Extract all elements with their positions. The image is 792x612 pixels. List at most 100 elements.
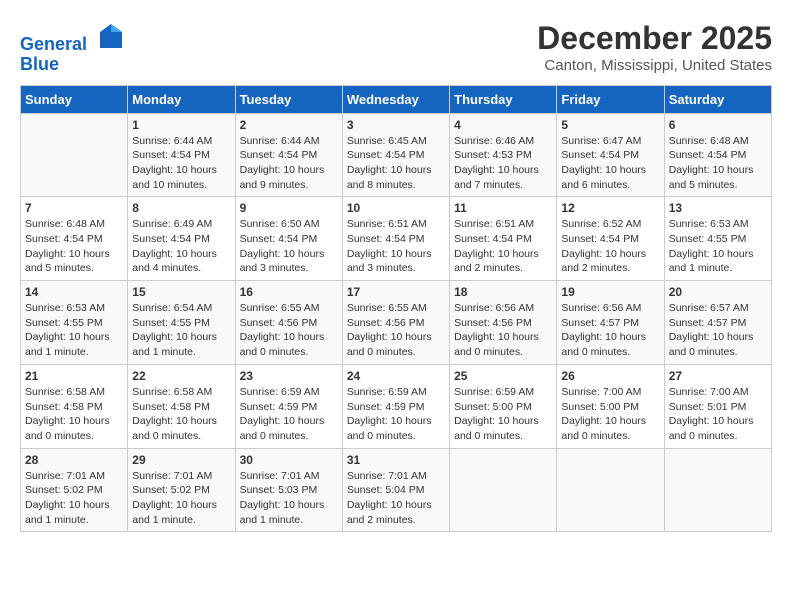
weekday-header: Thursday [450,85,557,113]
calendar-cell: 28Sunrise: 7:01 AM Sunset: 5:02 PM Dayli… [21,448,128,532]
day-number: 31 [347,453,445,467]
calendar-cell: 20Sunrise: 6:57 AM Sunset: 4:57 PM Dayli… [664,281,771,365]
day-number: 22 [132,369,230,383]
calendar-cell: 27 Sunrise: 7:00 AM Sunset: 5:01 PM Dayli… [664,364,771,448]
day-number: 11 [454,201,552,215]
day-info: Sunrise: 6:45 AM Sunset: 4:54 PM Dayligh… [347,134,445,193]
calendar-cell: 14 Sunrise: 6:53 AM Sunset: 4:55 PM Dayli… [21,281,128,365]
day-number: 7 [25,201,123,215]
day-info: Sunrise: 6:53 AM Sunset: 4:55 PM Dayligh… [25,301,123,360]
day-info: Sunrise: 6:51 AM Sunset: 4:54 PM Dayligh… [347,217,445,276]
day-number: 25 [454,369,552,383]
day-info: Sunrise: 6:49 AM Sunset: 4:54 PM Dayligh… [132,217,230,276]
day-number: 3 [347,118,445,132]
day-info: Sunrise: 6:55 AM Sunset: 4:56 PM Dayligh… [240,301,338,360]
day-info: Sunrise: 6:44 AM Sunset: 4:54 PM Dayligh… [240,134,338,193]
weekday-header: Monday [128,85,235,113]
day-number: 5 [561,118,659,132]
day-info: Sunrise: 7:00 AM Sunset: 5:00 PM Dayligh… [561,385,659,444]
day-info: Sunrise: 6:59 AM Sunset: 4:59 PM Dayligh… [240,385,338,444]
weekday-header: Sunday [21,85,128,113]
day-info: Sunrise: 7:01 AM Sunset: 5:03 PM Dayligh… [240,469,338,528]
day-info: Sunrise: 6:55 AM Sunset: 4:56 PM Dayligh… [347,301,445,360]
title-block: December 2025 Canton, Mississippi, Unite… [537,20,772,74]
day-info: Sunrise: 6:53 AM Sunset: 4:55 PM Dayligh… [669,217,767,276]
day-number: 6 [669,118,767,132]
calendar-cell: 21 Sunrise: 6:58 AM Sunset: 4:58 PM Dayli… [21,364,128,448]
calendar-cell: 4 Sunrise: 6:46 AM Sunset: 4:53 PM Daylig… [450,113,557,197]
weekday-header: Friday [557,85,664,113]
day-number: 13 [669,201,767,215]
calendar-cell [664,448,771,532]
calendar-week-row: 14 Sunrise: 6:53 AM Sunset: 4:55 PM Dayli… [21,281,772,365]
calendar-cell: 17 Sunrise: 6:55 AM Sunset: 4:56 PM Dayli… [342,281,449,365]
calendar-cell: 19 Sunrise: 6:56 AM Sunset: 4:57 PM Dayli… [557,281,664,365]
weekday-header: Tuesday [235,85,342,113]
calendar-cell: 25 Sunrise: 6:59 AM Sunset: 5:00 PM Dayli… [450,364,557,448]
day-info: Sunrise: 6:59 AM Sunset: 5:00 PM Dayligh… [454,385,552,444]
day-number: 15 [132,285,230,299]
calendar-cell: 2 Sunrise: 6:44 AM Sunset: 4:54 PM Daylig… [235,113,342,197]
calendar-cell: 6 Sunrise: 6:48 AM Sunset: 4:54 PM Daylig… [664,113,771,197]
day-number: 2 [240,118,338,132]
day-info: Sunrise: 7:01 AM Sunset: 5:02 PM Dayligh… [25,469,123,528]
calendar-cell: 23Sunrise: 6:59 AM Sunset: 4:59 PM Dayli… [235,364,342,448]
weekday-header: Wednesday [342,85,449,113]
logo-text: General Blue [20,20,130,75]
day-number: 4 [454,118,552,132]
page-header: General Blue December 2025 Canton, Missi… [20,20,772,75]
day-number: 8 [132,201,230,215]
calendar-cell [21,113,128,197]
calendar-cell: 30 Sunrise: 7:01 AM Sunset: 5:03 PM Dayli… [235,448,342,532]
calendar-cell: 15Sunrise: 6:54 AM Sunset: 4:55 PM Dayli… [128,281,235,365]
calendar-cell [450,448,557,532]
subtitle: Canton, Mississippi, United States [537,57,772,74]
day-number: 16 [240,285,338,299]
day-info: Sunrise: 6:48 AM Sunset: 4:54 PM Dayligh… [669,134,767,193]
calendar-cell: 31Sunrise: 7:01 AM Sunset: 5:04 PM Dayli… [342,448,449,532]
calendar-cell: 9Sunrise: 6:50 AM Sunset: 4:54 PM Daylig… [235,197,342,281]
calendar-cell: 29Sunrise: 7:01 AM Sunset: 5:02 PM Dayli… [128,448,235,532]
calendar-cell: 5Sunrise: 6:47 AM Sunset: 4:54 PM Daylig… [557,113,664,197]
logo-blue: Blue [20,54,59,74]
day-info: Sunrise: 6:48 AM Sunset: 4:54 PM Dayligh… [25,217,123,276]
day-info: Sunrise: 7:00 AM Sunset: 5:01 PM Dayligh… [669,385,767,444]
calendar-week-row: 28Sunrise: 7:01 AM Sunset: 5:02 PM Dayli… [21,448,772,532]
day-info: Sunrise: 6:57 AM Sunset: 4:57 PM Dayligh… [669,301,767,360]
day-number: 17 [347,285,445,299]
calendar-cell: 7 Sunrise: 6:48 AM Sunset: 4:54 PM Daylig… [21,197,128,281]
day-number: 26 [561,369,659,383]
calendar-cell: 13 Sunrise: 6:53 AM Sunset: 4:55 PM Dayli… [664,197,771,281]
day-number: 29 [132,453,230,467]
day-info: Sunrise: 6:52 AM Sunset: 4:54 PM Dayligh… [561,217,659,276]
day-info: Sunrise: 6:51 AM Sunset: 4:54 PM Dayligh… [454,217,552,276]
logo-icon [96,20,126,50]
day-number: 30 [240,453,338,467]
calendar-cell: 1Sunrise: 6:44 AM Sunset: 4:54 PM Daylig… [128,113,235,197]
calendar-week-row: 7 Sunrise: 6:48 AM Sunset: 4:54 PM Daylig… [21,197,772,281]
day-info: Sunrise: 6:56 AM Sunset: 4:57 PM Dayligh… [561,301,659,360]
calendar-table: SundayMondayTuesdayWednesdayThursdayFrid… [20,85,772,533]
day-number: 10 [347,201,445,215]
calendar-cell [557,448,664,532]
calendar-cell: 26 Sunrise: 7:00 AM Sunset: 5:00 PM Dayli… [557,364,664,448]
day-number: 14 [25,285,123,299]
calendar-week-row: 21 Sunrise: 6:58 AM Sunset: 4:58 PM Dayli… [21,364,772,448]
weekday-header: Saturday [664,85,771,113]
calendar-cell: 24Sunrise: 6:59 AM Sunset: 4:59 PM Dayli… [342,364,449,448]
day-number: 21 [25,369,123,383]
weekday-header-row: SundayMondayTuesdayWednesdayThursdayFrid… [21,85,772,113]
calendar-week-row: 1Sunrise: 6:44 AM Sunset: 4:54 PM Daylig… [21,113,772,197]
day-info: Sunrise: 6:46 AM Sunset: 4:53 PM Dayligh… [454,134,552,193]
day-number: 27 [669,369,767,383]
calendar-cell: 8 Sunrise: 6:49 AM Sunset: 4:54 PM Daylig… [128,197,235,281]
calendar-cell: 22Sunrise: 6:58 AM Sunset: 4:58 PM Dayli… [128,364,235,448]
logo-general: General [20,34,87,54]
calendar-cell: 11 Sunrise: 6:51 AM Sunset: 4:54 PM Dayli… [450,197,557,281]
calendar-cell: 18Sunrise: 6:56 AM Sunset: 4:56 PM Dayli… [450,281,557,365]
day-info: Sunrise: 6:58 AM Sunset: 4:58 PM Dayligh… [25,385,123,444]
calendar-cell: 12Sunrise: 6:52 AM Sunset: 4:54 PM Dayli… [557,197,664,281]
day-info: Sunrise: 6:56 AM Sunset: 4:56 PM Dayligh… [454,301,552,360]
day-number: 19 [561,285,659,299]
calendar-cell: 10 Sunrise: 6:51 AM Sunset: 4:54 PM Dayli… [342,197,449,281]
